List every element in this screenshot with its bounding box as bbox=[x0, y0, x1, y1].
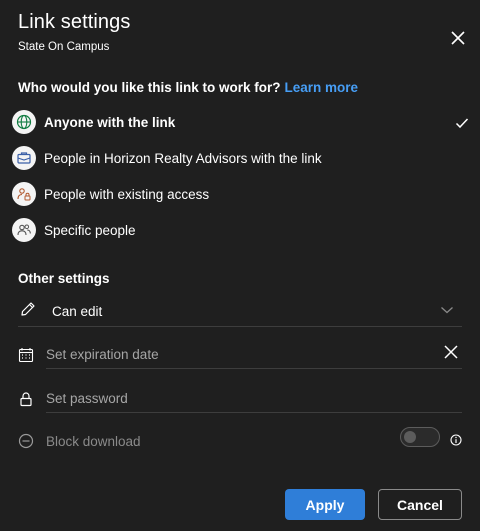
option-label: People in Horizon Realty Advisors with t… bbox=[44, 151, 322, 166]
checkmark-icon bbox=[455, 118, 469, 129]
option-anyone-with-link[interactable]: Anyone with the link bbox=[10, 108, 472, 140]
other-settings-heading: Other settings bbox=[18, 271, 110, 286]
password-input[interactable] bbox=[46, 384, 462, 413]
option-label: People with existing access bbox=[44, 187, 210, 202]
apply-button[interactable]: Apply bbox=[285, 489, 365, 520]
block-download-row: Block download bbox=[18, 427, 462, 457]
organization-icon bbox=[12, 146, 36, 170]
people-lock-icon bbox=[12, 182, 36, 206]
permission-dropdown[interactable]: Can edit bbox=[18, 296, 462, 327]
close-icon bbox=[451, 31, 465, 45]
pencil-icon bbox=[21, 302, 35, 316]
block-download-toggle[interactable] bbox=[400, 427, 440, 447]
password-row bbox=[18, 384, 462, 414]
audience-question: Who would you like this link to work for… bbox=[18, 80, 358, 95]
option-existing-access[interactable]: People with existing access bbox=[10, 180, 472, 212]
option-label: Anyone with the link bbox=[44, 115, 176, 130]
lock-icon bbox=[20, 392, 32, 407]
cancel-button[interactable]: Cancel bbox=[378, 489, 462, 520]
close-button[interactable] bbox=[447, 27, 469, 49]
clear-date-icon[interactable] bbox=[444, 345, 458, 359]
option-label: Specific people bbox=[44, 223, 136, 238]
globe-icon bbox=[12, 110, 36, 134]
chevron-down-icon bbox=[441, 307, 453, 314]
block-download-label: Block download bbox=[46, 434, 141, 449]
expiration-date-input[interactable] bbox=[46, 340, 462, 369]
audience-question-text: Who would you like this link to work for… bbox=[18, 80, 281, 95]
toggle-knob bbox=[404, 431, 416, 443]
dialog-title: Link settings bbox=[18, 11, 131, 33]
permission-value: Can edit bbox=[52, 304, 103, 319]
expiration-date-row bbox=[18, 340, 462, 370]
info-icon[interactable] bbox=[450, 434, 462, 446]
block-icon bbox=[18, 433, 34, 449]
option-people-in-organization[interactable]: People in Horizon Realty Advisors with t… bbox=[10, 144, 472, 176]
link-settings-dialog: Link settings State On Campus Who would … bbox=[0, 0, 480, 531]
learn-more-link[interactable]: Learn more bbox=[285, 80, 359, 95]
people-icon bbox=[12, 218, 36, 242]
calendar-icon bbox=[18, 348, 34, 363]
option-specific-people[interactable]: Specific people bbox=[10, 216, 472, 248]
dialog-subtitle: State On Campus bbox=[18, 41, 110, 53]
